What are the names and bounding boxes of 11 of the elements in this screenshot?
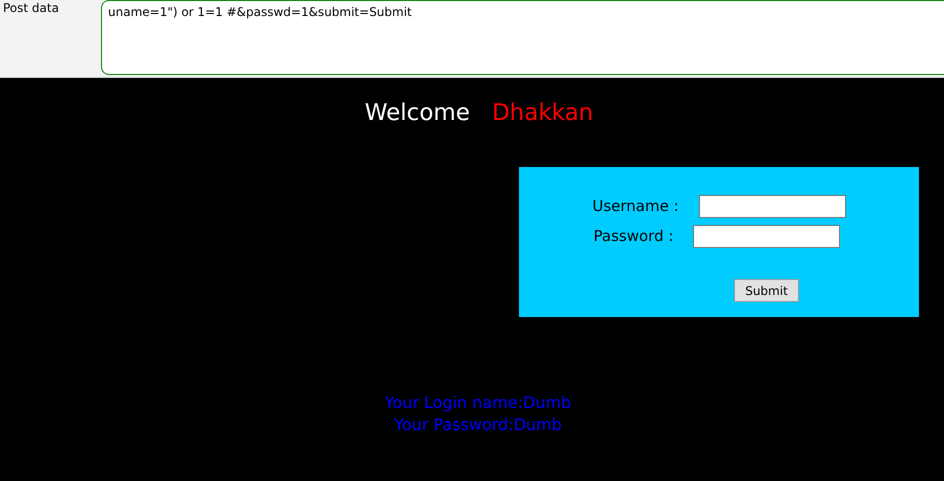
welcome-text: Welcome [364,100,470,126]
post-data-field[interactable]: uname=1") or 1=1 #&passwd=1&submit=Submit [101,0,944,75]
field-label: Username : [592,197,679,215]
result-text: Your Password:Dumb [394,414,562,436]
input-field[interactable] [698,194,846,218]
user-name-text: Dhakkan [492,100,594,126]
submit-button[interactable]: Submit [734,279,799,302]
input-field[interactable] [693,224,840,248]
result-text: Your Login name:Dumb [384,392,572,414]
post-data-label: Post data [2,0,60,17]
field-label: Password : [594,227,674,245]
